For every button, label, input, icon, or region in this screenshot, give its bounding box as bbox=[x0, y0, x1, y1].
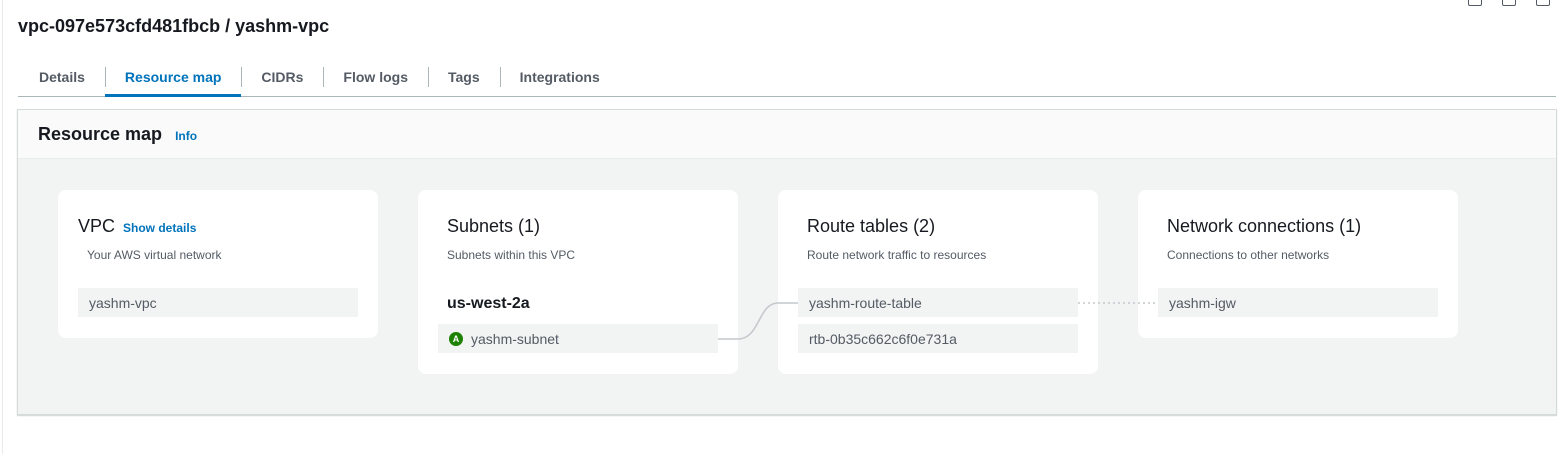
network-connections-card-title: Network connections (1) bbox=[1167, 216, 1362, 236]
subnet-item-label: yashm-subnet bbox=[471, 330, 559, 347]
tab-bar: Details Resource map CIDRs Flow logs Tag… bbox=[18, 58, 1556, 97]
resource-map-header: Resource map Info bbox=[18, 110, 1556, 159]
route-tables-card-subtitle: Route network traffic to resources bbox=[807, 248, 987, 262]
subnet-item[interactable]: A yashm-subnet bbox=[438, 324, 718, 353]
route-tables-card: Route tables (2) Route network traffic t… bbox=[778, 190, 1098, 374]
subnets-card-subtitle: Subnets within this VPC bbox=[447, 248, 576, 262]
top-toolbar-icons bbox=[1468, 0, 1550, 6]
vpc-card-subtitle: Your AWS virtual network bbox=[87, 248, 222, 262]
vpc-title-text: VPC bbox=[78, 216, 116, 236]
route-table-item[interactable]: rtb-0b35c662c6f0e731a bbox=[798, 324, 1078, 353]
az-badge-icon: A bbox=[449, 331, 463, 346]
tab-resource-map[interactable]: Resource map bbox=[104, 58, 242, 97]
vpc-card: VPC Show details Your AWS virtual network… bbox=[58, 190, 378, 338]
info-link[interactable]: Info bbox=[175, 129, 197, 143]
show-details-link[interactable]: Show details bbox=[123, 221, 196, 235]
availability-zone-label: us-west-2a bbox=[447, 295, 530, 312]
route-tables-card-title: Route tables (2) bbox=[807, 216, 936, 236]
network-connections-card-subtitle: Connections to other networks bbox=[1167, 248, 1330, 262]
resource-map-panel: Resource map Info VPC Show details Your A… bbox=[17, 109, 1557, 415]
resource-map-title: Resource map bbox=[38, 123, 163, 144]
tab-flow-logs[interactable]: Flow logs bbox=[323, 58, 428, 96]
subnets-card-title: Subnets (1) bbox=[447, 216, 541, 236]
share-icon[interactable] bbox=[1536, 0, 1550, 6]
settings-icon[interactable] bbox=[1468, 0, 1482, 6]
copy-icon[interactable] bbox=[1502, 0, 1516, 6]
network-connection-item[interactable]: yashm-igw bbox=[1158, 288, 1438, 317]
vpc-card-title: VPC Show details bbox=[78, 216, 196, 237]
subnets-card: Subnets (1) Subnets within this VPC us-w… bbox=[418, 190, 738, 374]
tab-tags[interactable]: Tags bbox=[427, 58, 500, 96]
vpc-item[interactable]: yashm-vpc bbox=[78, 288, 358, 317]
left-border bbox=[2, 0, 3, 454]
route-table-item[interactable]: yashm-route-table bbox=[798, 288, 1078, 317]
tab-cidrs[interactable]: CIDRs bbox=[241, 58, 323, 96]
page-title: vpc-097e573cfd481fbcb / yashm-vpc bbox=[18, 16, 330, 36]
tab-integrations[interactable]: Integrations bbox=[499, 58, 620, 96]
network-connections-card: Network connections (1) Connections to o… bbox=[1138, 190, 1458, 338]
tab-details[interactable]: Details bbox=[18, 58, 105, 96]
